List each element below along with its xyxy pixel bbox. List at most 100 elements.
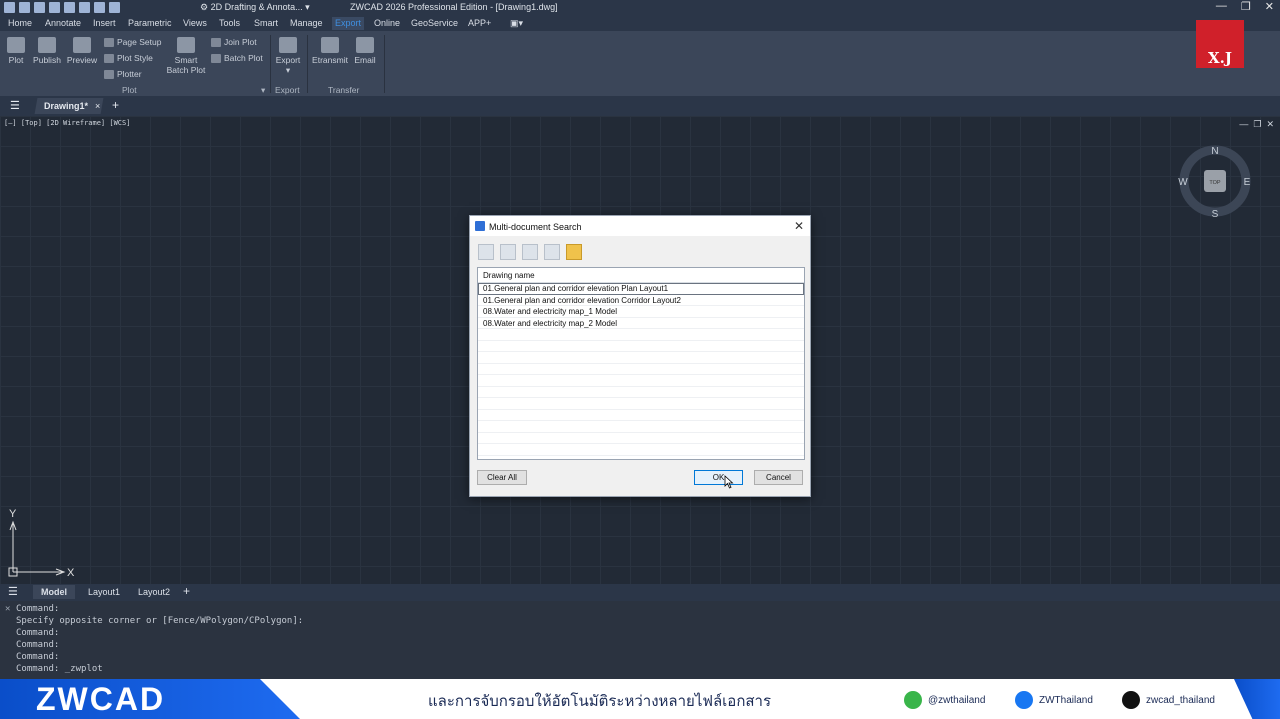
- dialog-title-bar[interactable]: Multi-document Search ✕: [470, 216, 810, 236]
- drawing-name-column-header[interactable]: Drawing name: [478, 268, 804, 283]
- tab-model[interactable]: Model: [33, 585, 75, 599]
- tab-annotate[interactable]: Annotate: [45, 18, 81, 28]
- ribbon-options-icon[interactable]: ▣▾: [510, 18, 523, 29]
- print-icon[interactable]: [79, 2, 90, 13]
- empty-row: [478, 352, 804, 364]
- remove-drawing-icon[interactable]: [544, 244, 560, 260]
- command-history-line: Command:: [16, 628, 60, 638]
- tab-smart[interactable]: Smart: [254, 18, 278, 28]
- plot-style-button[interactable]: Plot Style: [104, 53, 153, 63]
- select-all-icon[interactable]: [478, 244, 494, 260]
- export-icon: [279, 37, 297, 53]
- social-facebook: ZWThailand: [1015, 691, 1093, 709]
- page-setup-icon: [104, 37, 114, 47]
- tab-tools[interactable]: Tools: [219, 18, 240, 28]
- compass-south-label: S: [1212, 209, 1219, 218]
- open-folder-icon[interactable]: [566, 244, 582, 260]
- workspace-selector[interactable]: ⚙ 2D Drafting & Annota... ▾: [200, 2, 310, 13]
- save-icon[interactable]: [49, 2, 60, 13]
- close-window-button[interactable]: ✕: [1265, 0, 1274, 13]
- batch-plot-icon: [211, 53, 221, 63]
- compass-north-label: N: [1211, 146, 1218, 157]
- group-label-transfer: Transfer: [328, 85, 360, 95]
- tab-layout1[interactable]: Layout1: [88, 587, 120, 597]
- batch-plot-button[interactable]: Batch Plot: [211, 53, 263, 63]
- new-tab-button[interactable]: +: [112, 98, 119, 112]
- email-button[interactable]: Email: [352, 37, 378, 65]
- clear-all-button[interactable]: Clear All: [477, 470, 527, 485]
- select-none-icon[interactable]: [500, 244, 516, 260]
- mouse-cursor-icon: [724, 475, 734, 489]
- etransmit-icon: [321, 37, 339, 53]
- maximize-button[interactable]: ❐: [1241, 0, 1251, 13]
- add-drawing-icon[interactable]: [522, 244, 538, 260]
- new-file-icon[interactable]: [19, 2, 30, 13]
- dialog-title: Multi-document Search: [489, 222, 582, 232]
- export-button[interactable]: Export ▾: [274, 37, 302, 76]
- window-title: ZWCAD 2026 Professional Edition - [Drawi…: [350, 2, 558, 12]
- tab-insert[interactable]: Insert: [93, 18, 116, 28]
- cancel-button[interactable]: Cancel: [754, 470, 803, 485]
- dialog-close-button[interactable]: ✕: [794, 219, 804, 233]
- tab-views[interactable]: Views: [183, 18, 207, 28]
- list-item[interactable]: 01.General plan and corridor elevation C…: [478, 295, 804, 306]
- tab-home[interactable]: Home: [8, 18, 32, 28]
- smart-batch-plot-button[interactable]: Smart Batch Plot: [165, 37, 207, 75]
- list-item[interactable]: 08.Water and electricity map_1 Model: [478, 306, 804, 318]
- footer-corner-decoration: [1234, 679, 1280, 719]
- tab-geoservice[interactable]: GeoService: [411, 18, 458, 28]
- page-setup-button[interactable]: Page Setup: [104, 37, 161, 47]
- viewport-window-controls[interactable]: — ❐ ✕: [1239, 119, 1274, 130]
- etransmit-button[interactable]: Etransmit: [310, 37, 350, 65]
- tab-online[interactable]: Online: [374, 18, 400, 28]
- plotter-icon: [104, 69, 114, 79]
- social-tiktok: zwcad_thailand: [1122, 691, 1215, 709]
- ucs-icon: Y X: [8, 508, 75, 579]
- tab-manage[interactable]: Manage: [290, 18, 323, 28]
- minimize-button[interactable]: —: [1216, 0, 1227, 13]
- document-tab-drawing1[interactable]: Drawing1* ×: [34, 98, 104, 114]
- empty-row: [478, 444, 804, 456]
- ribbon-tabs: Home Annotate Insert Parametric Views To…: [0, 16, 1280, 31]
- save-as-icon[interactable]: [64, 2, 75, 13]
- title-bar: ⚙ 2D Drafting & Annota... ▾ ZWCAD 2026 P…: [0, 0, 1280, 16]
- ok-button[interactable]: OK: [694, 470, 743, 485]
- close-tab-icon[interactable]: ×: [95, 98, 100, 114]
- group-expander-icon[interactable]: ▾: [261, 85, 265, 96]
- command-history-line: Command: _zwplot: [16, 664, 103, 674]
- app-icon[interactable]: [4, 2, 15, 13]
- tab-export[interactable]: Export: [332, 17, 365, 30]
- tiktok-icon: [1122, 691, 1140, 709]
- line-app-icon: [904, 691, 922, 709]
- command-history-line: Command:: [16, 604, 60, 614]
- viewcube-compass[interactable]: TOP N S E W: [1178, 144, 1252, 218]
- undo-icon[interactable]: [94, 2, 105, 13]
- preview-button[interactable]: Preview: [66, 37, 98, 65]
- footer-banner: ZWCAD และการจับกรอบให้อัตโนมัติระหว่างหล…: [0, 679, 1280, 719]
- close-command-window-icon[interactable]: ✕: [5, 603, 10, 615]
- empty-row: [478, 387, 804, 398]
- tab-app-plus[interactable]: APP+: [468, 18, 491, 28]
- plot-button[interactable]: Plot: [5, 37, 27, 65]
- tab-layout2[interactable]: Layout2: [138, 587, 170, 597]
- footer-tagline: และการจับกรอบให้อัตโนมัติระหว่างหลายไฟล์…: [428, 693, 772, 710]
- empty-row: [478, 398, 804, 410]
- list-item[interactable]: 08.Water and electricity map_2 Model: [478, 318, 804, 329]
- command-window[interactable]: ✕ Command: Specify opposite corner or [F…: [0, 601, 1280, 679]
- smart-batch-plot-icon: [177, 37, 195, 53]
- layout-tab-bar: ☰ Model Layout1 Layout2 +: [0, 584, 1280, 601]
- quick-access-toolbar[interactable]: [4, 2, 120, 13]
- publish-button[interactable]: Publish: [32, 37, 62, 65]
- join-plot-button[interactable]: Join Plot: [211, 37, 257, 47]
- plotter-button[interactable]: Plotter: [104, 69, 142, 79]
- layout-menu-icon[interactable]: ☰: [8, 585, 18, 598]
- open-file-icon[interactable]: [34, 2, 45, 13]
- empty-row: [478, 375, 804, 387]
- list-item[interactable]: 01.General plan and corridor elevation P…: [478, 283, 804, 295]
- tab-parametric[interactable]: Parametric: [128, 18, 172, 28]
- viewport-controls[interactable]: [—] [Top] [2D Wireframe] [WCS]: [4, 119, 130, 127]
- redo-icon[interactable]: [109, 2, 120, 13]
- drawing-list[interactable]: Drawing name 01.General plan and corrido…: [477, 267, 805, 460]
- hamburger-menu-icon[interactable]: ☰: [10, 99, 20, 112]
- add-layout-button[interactable]: +: [183, 584, 190, 598]
